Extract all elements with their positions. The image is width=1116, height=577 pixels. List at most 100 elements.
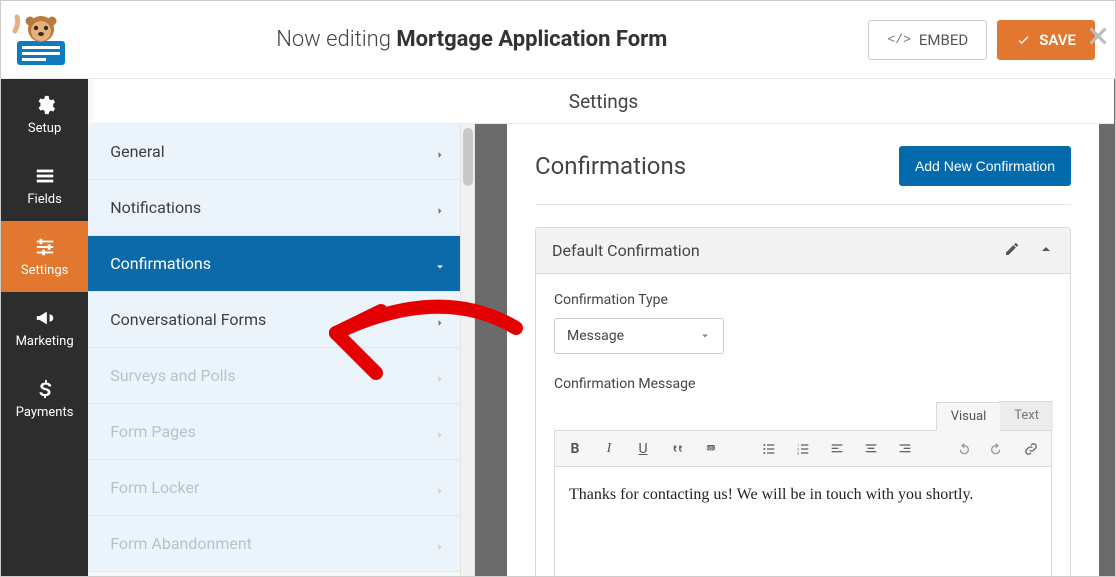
bullhorn-icon <box>34 307 56 329</box>
bulleted-list-icon <box>761 441 777 457</box>
sidenav-item-marketing[interactable]: Marketing <box>1 292 88 363</box>
settings-item-label: Form Abandonment <box>110 534 252 553</box>
toolbar-align-right-button[interactable] <box>895 439 915 459</box>
chevron-right-icon <box>434 538 446 550</box>
embed-label: EMBED <box>919 31 968 49</box>
sliders-icon <box>34 236 56 258</box>
chevron-right-icon <box>434 314 446 326</box>
align-left-icon <box>829 441 845 457</box>
settings-item-confirmations[interactable]: Confirmations <box>88 236 474 292</box>
collapse-confirmation-button[interactable] <box>1038 241 1054 261</box>
sidenav-label: Settings <box>21 263 68 278</box>
sidenav-label: Marketing <box>16 334 74 349</box>
editor-tabs: Visual Text <box>554 402 1052 430</box>
toolbar-align-left-button[interactable] <box>827 439 847 459</box>
toolbar-align-center-button[interactable] <box>861 439 881 459</box>
dollar-icon <box>34 378 56 400</box>
settings-item-surveys-polls[interactable]: Surveys and Polls <box>88 348 474 404</box>
chevron-right-icon <box>434 482 446 494</box>
sidenav-item-settings[interactable]: Settings <box>1 221 88 292</box>
editing-prefix: Now editing <box>276 27 391 52</box>
app-logo <box>11 13 75 67</box>
main-panel: Confirmations Add New Confirmation Defau… <box>475 79 1115 576</box>
confirmation-card: Default Confirmation Confirmation Type M… <box>535 227 1071 576</box>
strike-icon: ABC <box>703 441 719 457</box>
svg-text:ABC: ABC <box>706 445 716 450</box>
settings-item-form-abandonment[interactable]: Form Abandonment <box>88 516 474 572</box>
pencil-icon <box>1004 241 1020 257</box>
numbered-list-icon: 123 <box>795 441 811 457</box>
toolbar-italic-button[interactable]: I <box>599 439 619 459</box>
chevron-down-icon <box>434 258 446 270</box>
settings-item-general[interactable]: General <box>88 124 474 180</box>
sidenav-item-setup[interactable]: Setup <box>1 79 88 150</box>
settings-item-form-locker[interactable]: Form Locker <box>88 460 474 516</box>
confirmation-type-value: Message <box>567 328 624 344</box>
editor-tab-visual[interactable]: Visual <box>936 402 1001 431</box>
align-center-icon <box>863 441 879 457</box>
toolbar-strike-button[interactable]: ABC <box>701 439 721 459</box>
form-name: Mortgage Application Form <box>396 27 667 52</box>
redo-icon <box>989 441 1005 457</box>
list-icon <box>34 165 56 187</box>
settings-page-heading-label: Settings <box>569 90 638 113</box>
check-icon <box>1016 32 1031 47</box>
chevron-right-icon <box>434 202 446 214</box>
settings-item-conversational-forms[interactable]: Conversational Forms <box>88 292 474 348</box>
editor-toolbar: B I U ABC 123 <box>555 431 1051 467</box>
toolbar-quote-button[interactable] <box>667 439 687 459</box>
settings-item-label: Form Pages <box>110 422 196 441</box>
editor-textarea[interactable]: Thanks for contacting us! We will be in … <box>555 467 1051 576</box>
chevron-right-icon <box>434 146 446 158</box>
chevron-down-icon <box>699 330 711 342</box>
sidenav-label: Fields <box>27 192 61 207</box>
settings-scrollbar[interactable] <box>460 124 474 576</box>
embed-button[interactable]: </> EMBED <box>868 20 987 60</box>
settings-page-heading: Settings <box>93 79 1114 124</box>
rich-text-editor: B I U ABC 123 <box>554 430 1052 576</box>
add-new-confirmation-button[interactable]: Add New Confirmation <box>899 146 1071 186</box>
save-button[interactable]: SAVE <box>997 20 1095 60</box>
chevron-right-icon <box>434 370 446 382</box>
toolbar-bold-button[interactable]: B <box>565 439 585 459</box>
confirmation-type-label: Confirmation Type <box>554 292 1052 308</box>
toolbar-underline-button[interactable]: U <box>633 439 653 459</box>
confirmation-card-header: Default Confirmation <box>536 228 1070 274</box>
chevron-up-icon <box>1038 241 1054 257</box>
confirmation-message-label: Confirmation Message <box>554 376 1052 392</box>
undo-icon <box>955 441 971 457</box>
quote-icon <box>669 441 685 457</box>
scrollbar-thumb[interactable] <box>463 128 473 186</box>
toolbar-undo-button[interactable] <box>953 439 973 459</box>
align-right-icon <box>897 441 913 457</box>
sidenav-label: Payments <box>16 405 74 420</box>
settings-item-label: Notifications <box>110 198 201 217</box>
link-icon <box>1023 441 1039 457</box>
toolbar-ul-button[interactable] <box>759 439 779 459</box>
sidenav-label: Setup <box>28 121 61 136</box>
sidenav-item-payments[interactable]: Payments <box>1 363 88 434</box>
close-icon <box>1085 23 1111 49</box>
page-title: Now editing Mortgage Application Form <box>75 27 868 52</box>
settings-item-label: Conversational Forms <box>110 310 266 329</box>
close-button[interactable] <box>1085 23 1116 57</box>
settings-item-notifications[interactable]: Notifications <box>88 180 474 236</box>
code-icon: </> <box>887 32 910 47</box>
settings-item-label: General <box>110 142 164 161</box>
settings-item-label: Surveys and Polls <box>110 366 235 385</box>
toolbar-link-button[interactable] <box>1021 439 1041 459</box>
settings-item-label: Confirmations <box>110 254 211 273</box>
edit-confirmation-button[interactable] <box>1004 241 1020 261</box>
confirmation-type-select[interactable]: Message <box>554 318 724 354</box>
svg-text:3: 3 <box>797 450 799 455</box>
toolbar-ol-button[interactable]: 123 <box>793 439 813 459</box>
sidenav-item-fields[interactable]: Fields <box>1 150 88 221</box>
save-label: SAVE <box>1039 31 1076 49</box>
chevron-right-icon <box>434 426 446 438</box>
confirmations-heading: Confirmations <box>535 152 686 180</box>
confirmation-card-title: Default Confirmation <box>552 241 700 260</box>
settings-item-form-pages[interactable]: Form Pages <box>88 404 474 460</box>
editor-tab-text[interactable]: Text <box>999 401 1053 430</box>
top-bar: Now editing Mortgage Application Form </… <box>1 1 1115 79</box>
toolbar-redo-button[interactable] <box>987 439 1007 459</box>
